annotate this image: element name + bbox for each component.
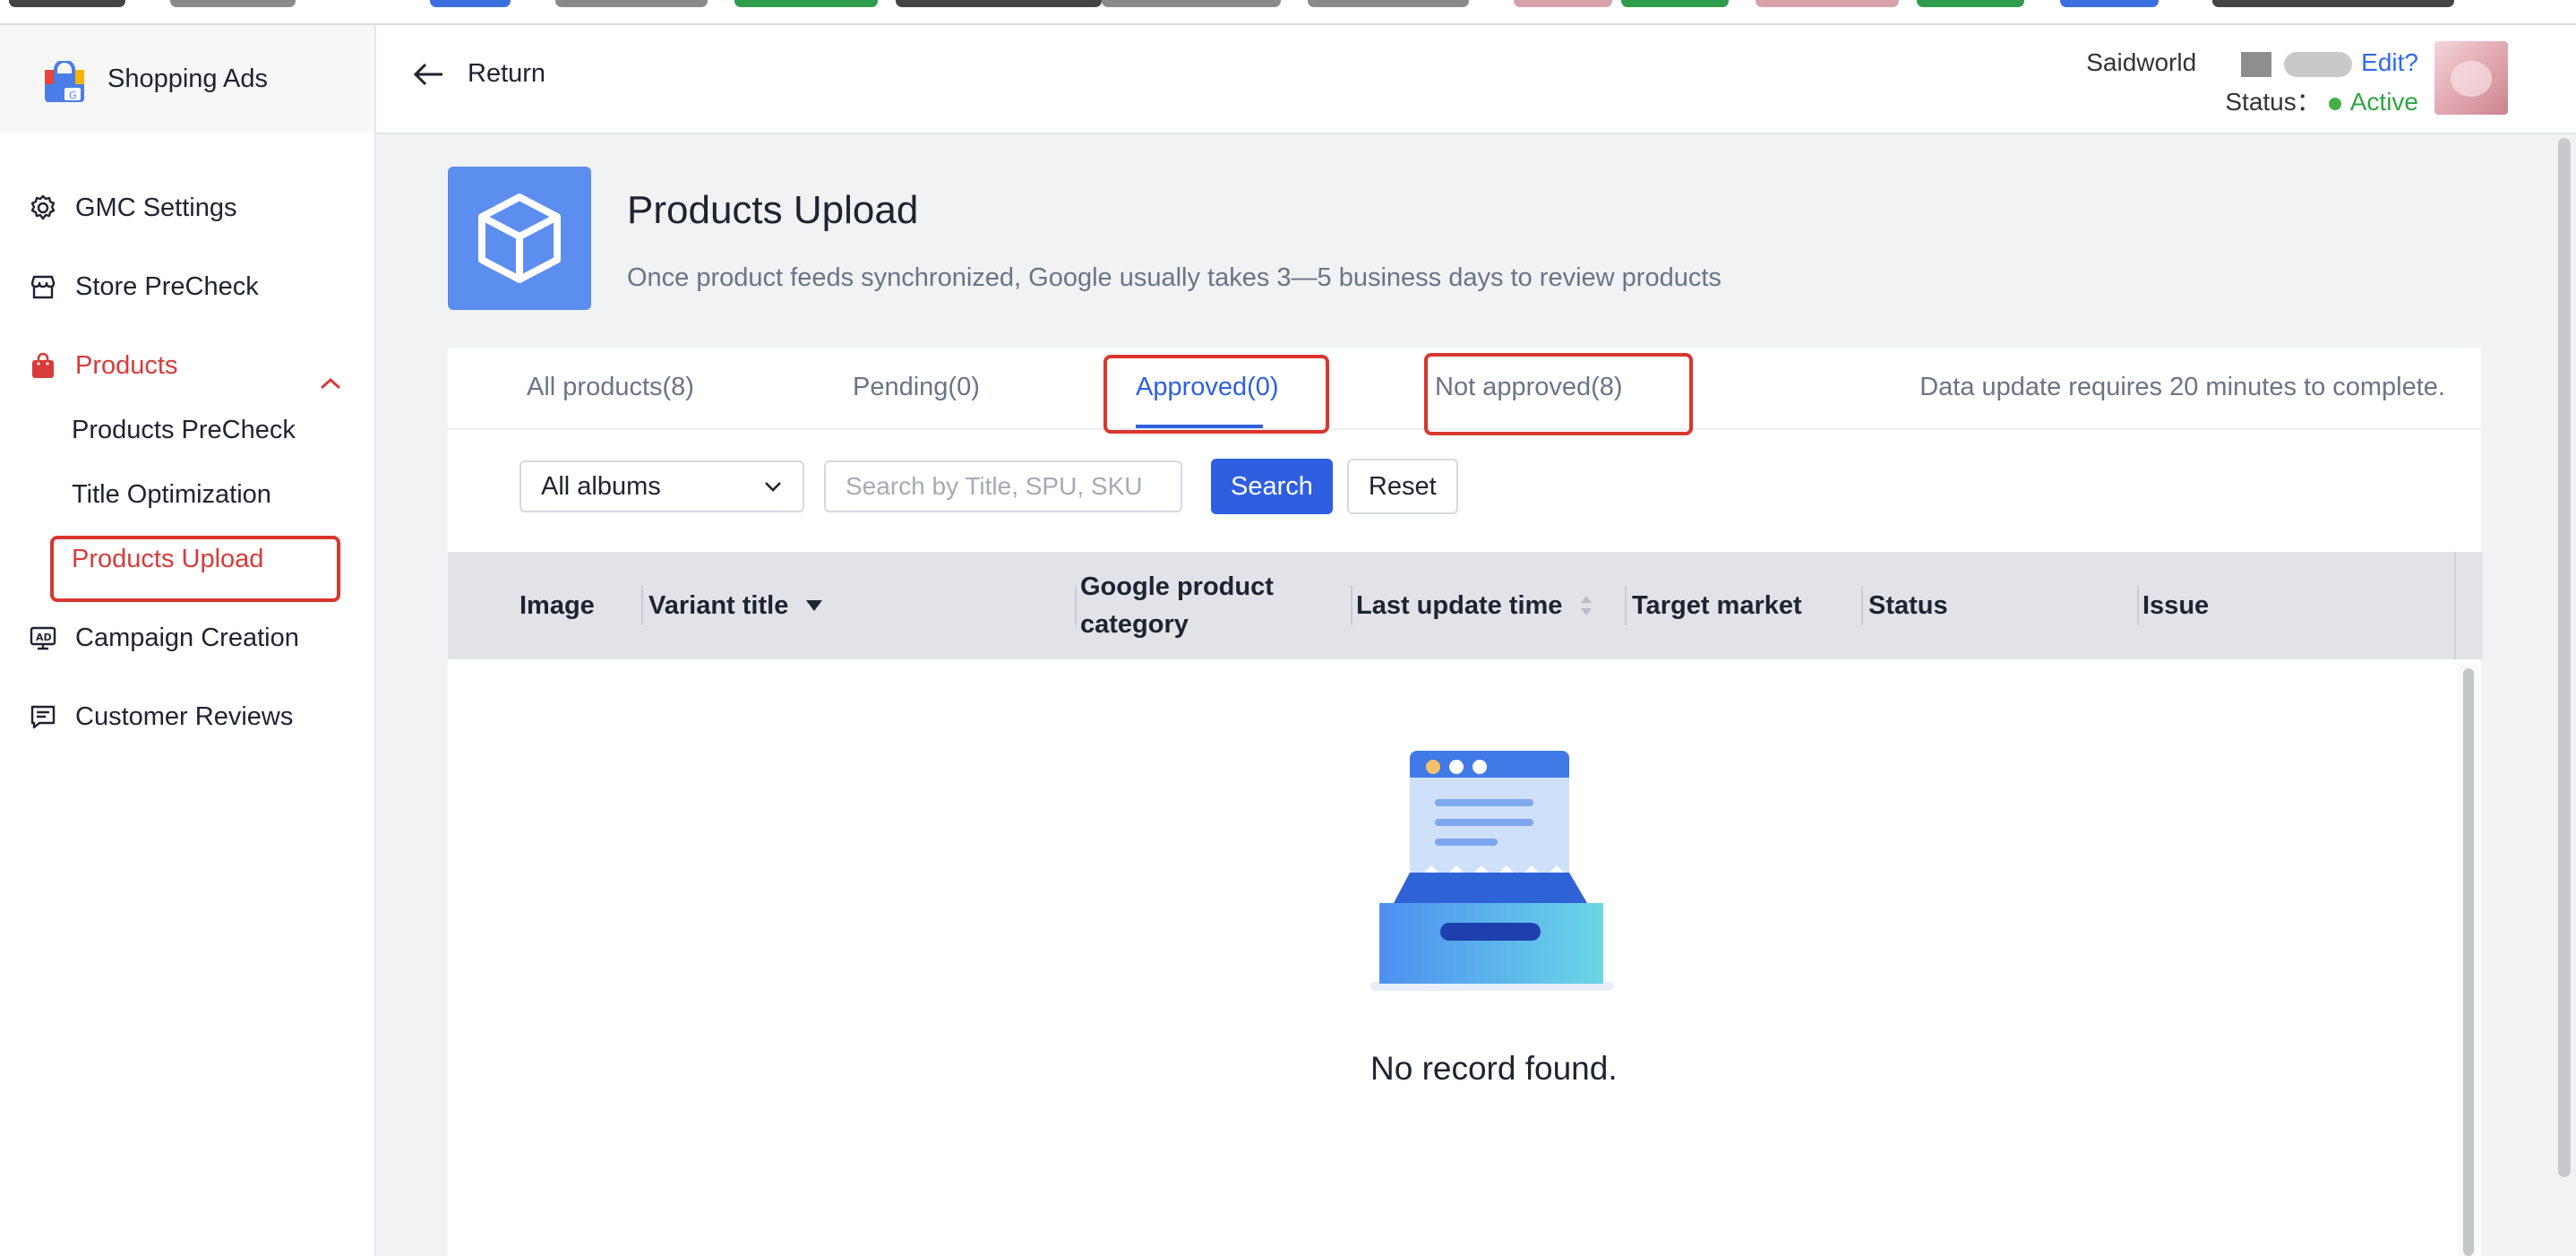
filter-bar: All albums Search Reset (519, 459, 1458, 514)
redacted-block (2284, 51, 2353, 77)
sidebar-subitem-products-precheck[interactable]: Products PreCheck (72, 416, 296, 445)
data-update-note: Data update requires 20 minutes to compl… (1919, 373, 2445, 401)
sidebar-item-products[interactable]: Products (27, 339, 177, 392)
sidebar-item-label: Products (75, 350, 178, 380)
sidebar-item-gmc-settings[interactable]: GMC Settings (27, 181, 237, 235)
album-select-value: All albums (541, 471, 661, 501)
page-scrollbar[interactable] (2558, 138, 2571, 1177)
column-divider (1625, 586, 1627, 625)
table-scroll-header (2454, 552, 2483, 659)
column-header-status: Status (1868, 591, 1948, 620)
column-divider (641, 586, 643, 625)
annotation-box-not-approved-tab (1424, 353, 1693, 435)
status-dot-icon (2328, 97, 2341, 110)
svg-text:AD: AD (36, 632, 52, 643)
edit-link[interactable]: Edit? (2361, 48, 2418, 76)
shopping-bag-icon (27, 349, 59, 382)
album-select[interactable]: All albums (519, 460, 804, 512)
column-header-image: Image (519, 591, 595, 620)
table-header: Image Variant title Google product categ… (448, 552, 2454, 659)
shopping-bag-logo-icon: G (45, 61, 84, 102)
page-title: Products Upload (627, 188, 919, 232)
sidebar-item-customer-reviews[interactable]: Customer Reviews (27, 690, 293, 744)
column-divider (1861, 586, 1863, 625)
sidebar-item-label: Store PreCheck (75, 271, 259, 301)
column-divider (2137, 586, 2139, 625)
table-scrollbar-thumb[interactable] (2463, 668, 2474, 1256)
sort-down-icon[interactable] (804, 598, 824, 613)
store-icon (27, 271, 59, 303)
sidebar-item-label: Customer Reviews (75, 701, 294, 731)
return-label: Return (468, 59, 546, 88)
reset-button[interactable]: Reset (1346, 459, 1458, 514)
chevron-up-icon[interactable] (319, 376, 342, 391)
brand-name: Shopping Ads (107, 65, 268, 93)
column-header-variant-title[interactable]: Variant title (648, 552, 824, 659)
annotation-box-products-upload (50, 536, 340, 602)
sidebar: G Shopping Ads GMC Settings Store PreChe… (0, 25, 376, 1256)
top-header: Return Saidworld Edit? Status： Active (376, 25, 2576, 134)
sidebar-item-campaign-creation[interactable]: AD Campaign Creation (27, 611, 299, 665)
ad-icon: AD (27, 622, 59, 654)
column-header-label: Variant title (648, 591, 789, 620)
brand[interactable]: G Shopping Ads (0, 25, 374, 133)
status-value: Active (2349, 88, 2418, 116)
gear-icon (27, 192, 59, 224)
column-divider (1075, 586, 1077, 625)
tab-pending[interactable]: Pending(0) (853, 373, 980, 402)
return-button[interactable]: Return (412, 59, 545, 89)
browser-bookmark-bar (0, 0, 2576, 25)
column-header-target-market: Target market (1632, 591, 1802, 620)
sort-toggle-icon[interactable] (1578, 592, 1594, 619)
status-label: Status： (2225, 88, 2322, 116)
column-header-label: Last update time (1356, 591, 1563, 620)
column-header-issue: Issue (2142, 591, 2210, 620)
column-divider (1351, 586, 1352, 625)
account-info: Saidworld Edit? Status： Active (2086, 43, 2418, 122)
tab-all-products[interactable]: All products(8) (527, 373, 694, 402)
sidebar-item-label: GMC Settings (75, 193, 237, 222)
sidebar-item-label: Campaign Creation (75, 623, 299, 652)
package-icon (448, 167, 591, 310)
message-icon (27, 701, 59, 733)
column-header-google-product-category: Google product category (1080, 572, 1274, 639)
empty-state-text: No record found. (1370, 1050, 1618, 1087)
avatar[interactable] (2434, 41, 2508, 115)
search-button[interactable]: Search (1211, 459, 1333, 514)
chevron-down-icon (765, 482, 781, 492)
empty-inbox-illustration-icon (1370, 751, 1614, 991)
search-input[interactable] (824, 460, 1182, 512)
page-subtitle: Once product feeds synchronized, Google … (627, 263, 1722, 292)
products-card: All products(8) Pending(0) Approved(0) N… (448, 348, 2483, 1256)
annotation-box-approved-tab (1103, 355, 1329, 434)
arrow-left-icon (413, 63, 442, 85)
column-header-last-update-time[interactable]: Last update time (1356, 552, 1594, 659)
svg-text:G: G (69, 90, 77, 101)
sidebar-item-store-precheck[interactable]: Store PreCheck (27, 260, 259, 314)
redacted-block (2241, 51, 2272, 77)
sidebar-subitem-title-optimization[interactable]: Title Optimization (72, 480, 271, 510)
account-name: Saidworld (2086, 48, 2197, 76)
